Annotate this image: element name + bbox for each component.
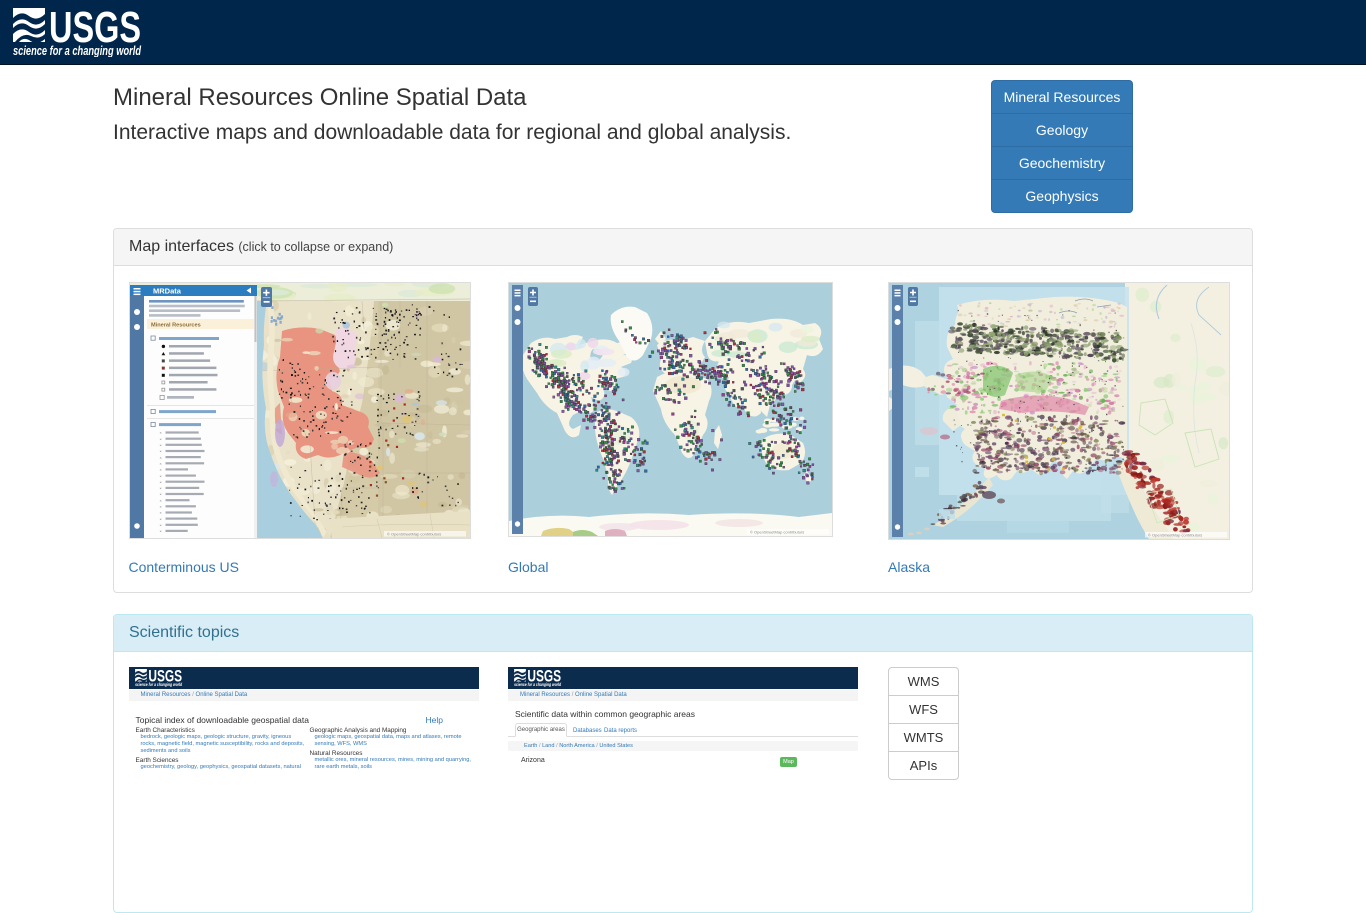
svg-text:Mineral Resources: Mineral Resources (151, 323, 201, 329)
svg-text:×: × (159, 444, 161, 448)
svg-text:×: × (159, 530, 161, 534)
svg-text:science for a changing world: science for a changing world (135, 681, 182, 686)
svg-text:MRData: MRData (153, 287, 182, 296)
svg-text:×: × (159, 474, 161, 478)
svg-text:×: × (159, 517, 161, 521)
svg-text:×: × (159, 456, 161, 460)
svg-text:science for a changing world: science for a changing world (13, 43, 142, 57)
svg-text:×: × (159, 437, 161, 441)
svg-text:© OpenStreetMap contributors: © OpenStreetMap contributors (750, 529, 804, 534)
svg-text:science for a changing world: science for a changing world (514, 681, 561, 686)
svg-text:×: × (159, 493, 161, 497)
svg-text:×: × (159, 450, 161, 454)
svg-text:×: × (159, 480, 161, 484)
svg-text:© OpenStreetMap contributors: © OpenStreetMap contributors (1148, 532, 1202, 537)
svg-text:×: × (159, 505, 161, 509)
svg-text:×: × (159, 511, 161, 515)
svg-text:×: × (159, 431, 161, 435)
svg-text:×: × (159, 468, 161, 472)
svg-text:×: × (159, 462, 161, 466)
svg-text:×: × (159, 499, 161, 503)
svg-text:×: × (159, 524, 161, 528)
svg-text:© OpenStreetMap contributors: © OpenStreetMap contributors (387, 531, 441, 536)
svg-text:×: × (159, 487, 161, 491)
